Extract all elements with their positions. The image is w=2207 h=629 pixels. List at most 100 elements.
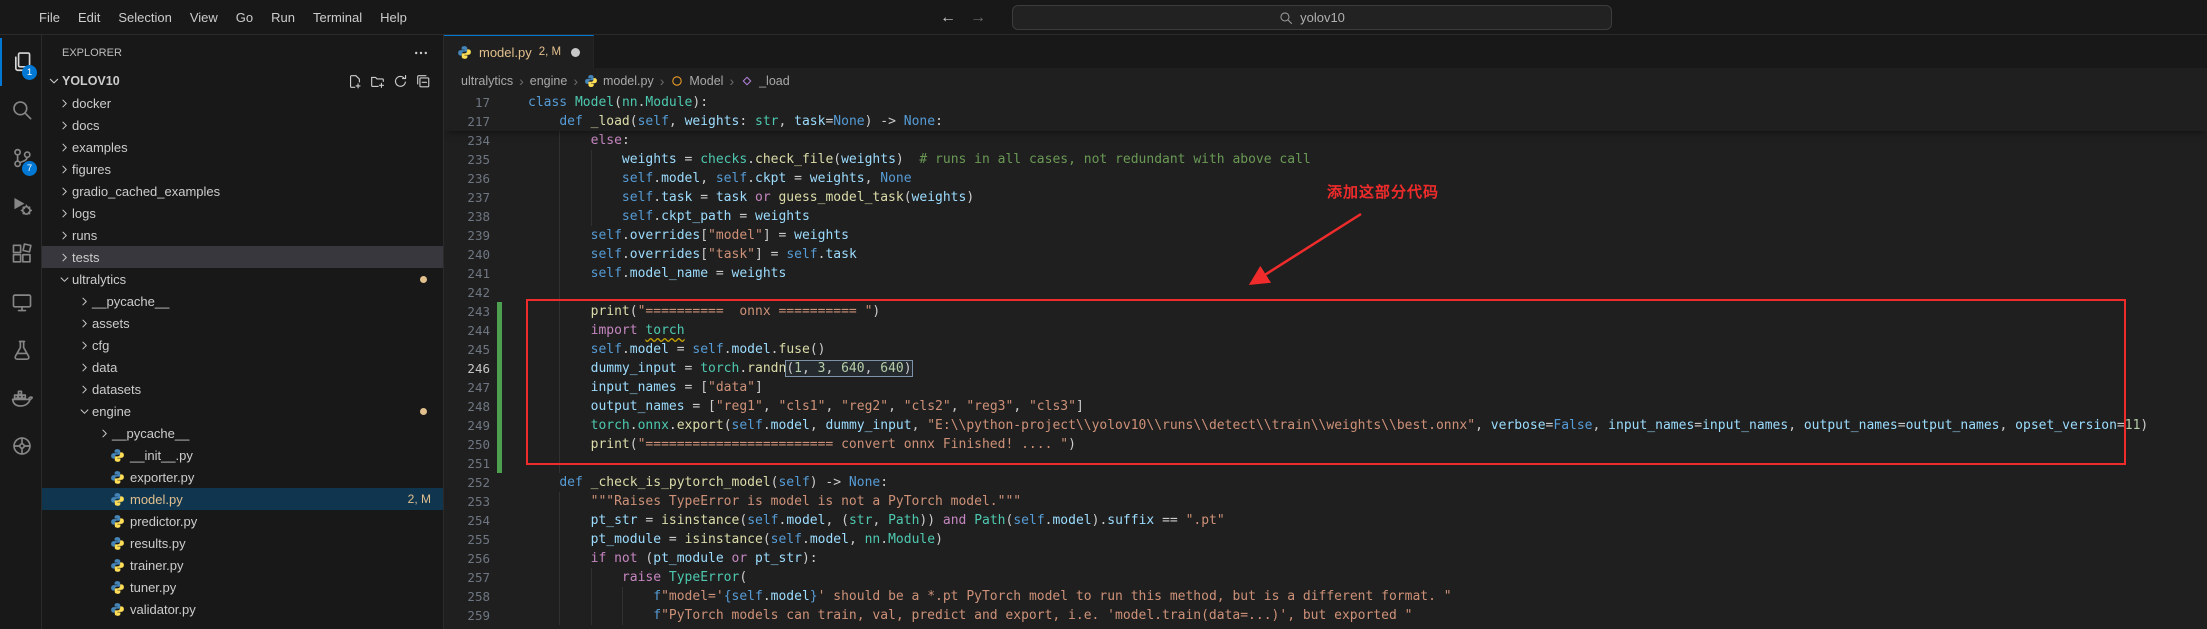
menu-selection[interactable]: Selection — [109, 0, 180, 35]
chevron-right-icon[interactable] — [76, 383, 92, 396]
chevron-right-icon[interactable] — [56, 163, 72, 176]
command-center-search[interactable]: yolov10 — [1012, 5, 1612, 30]
line-number-242[interactable]: 242 — [444, 283, 490, 302]
line-number-238[interactable]: 238 — [444, 207, 490, 226]
code-line-258[interactable]: 258 f"model='{self.model}' should be a *… — [444, 587, 2207, 606]
breadcrumb-item-ultralytics[interactable]: ultralytics — [460, 74, 514, 88]
activity-extensions[interactable] — [0, 230, 41, 278]
line-number-246[interactable]: 246 — [444, 359, 490, 378]
code-line-252[interactable]: 252 def _check_is_pytorch_model(self) ->… — [444, 473, 2207, 492]
chevron-right-icon[interactable] — [56, 207, 72, 220]
menu-run[interactable]: Run — [262, 0, 304, 35]
line-number-236[interactable]: 236 — [444, 169, 490, 188]
refresh-explorer-button[interactable] — [393, 74, 408, 89]
line-number-244[interactable]: 244 — [444, 321, 490, 340]
tree-item-assets[interactable]: assets — [42, 312, 443, 334]
menu-file[interactable]: File — [30, 0, 69, 35]
line-number-250[interactable]: 250 — [444, 435, 490, 454]
code-line-253[interactable]: 253 """Raises TypeError is model is not … — [444, 492, 2207, 511]
line-number-240[interactable]: 240 — [444, 245, 490, 264]
chevron-right-icon[interactable] — [56, 97, 72, 110]
line-number-252[interactable]: 252 — [444, 473, 490, 492]
collapse-folders-button[interactable] — [416, 74, 431, 89]
line-number-243[interactable]: 243 — [444, 302, 490, 321]
chevron-right-icon[interactable] — [76, 339, 92, 352]
menu-edit[interactable]: Edit — [69, 0, 109, 35]
tree-item-runs[interactable]: runs — [42, 224, 443, 246]
tree-item-trainer-py[interactable]: trainer.py — [42, 554, 443, 576]
chevron-right-icon[interactable] — [56, 141, 72, 154]
code-line-257[interactable]: 257 raise TypeError( — [444, 568, 2207, 587]
tree-item-model-py[interactable]: model.py 2, M — [42, 488, 443, 510]
line-number-255[interactable]: 255 — [444, 530, 490, 549]
code-line-234[interactable]: 234 else: — [444, 131, 2207, 150]
chevron-right-icon[interactable] — [56, 119, 72, 132]
activity-source-control[interactable]: 7 — [0, 134, 41, 182]
sticky-line-17[interactable]: 17 class Model(nn.Module): — [444, 93, 2207, 112]
activity-search[interactable] — [0, 86, 41, 134]
menu-go[interactable]: Go — [227, 0, 262, 35]
line-number-249[interactable]: 249 — [444, 416, 490, 435]
chevron-right-icon[interactable] — [76, 361, 92, 374]
tree-item-validator-py[interactable]: validator.py — [42, 598, 443, 620]
line-number-256[interactable]: 256 — [444, 549, 490, 568]
line-number-17[interactable]: 17 — [444, 93, 490, 112]
breadcrumb-item-engine[interactable]: engine — [529, 74, 569, 88]
chevron-right-icon[interactable] — [96, 427, 112, 440]
activity-kubernetes[interactable] — [0, 422, 41, 470]
tree-item-docs[interactable]: docs — [42, 114, 443, 136]
new-file-button[interactable] — [347, 74, 362, 89]
code-line-259[interactable]: 259 f"PyTorch models can train, val, pre… — [444, 606, 2207, 625]
activity-run-and-debug[interactable] — [0, 182, 41, 230]
code-line-254[interactable]: 254 pt_str = isinstance(self.model, (str… — [444, 511, 2207, 530]
activity-docker[interactable] — [0, 374, 41, 422]
chevron-right-icon[interactable] — [76, 317, 92, 330]
tree-item-cfg[interactable]: cfg — [42, 334, 443, 356]
activity-testing[interactable] — [0, 326, 41, 374]
tree-item-results-py[interactable]: results.py — [42, 532, 443, 554]
code-line-241[interactable]: 241 self.model_name = weights — [444, 264, 2207, 283]
chevron-right-icon[interactable] — [56, 185, 72, 198]
code-line-239[interactable]: 239 self.overrides["model"] = weights — [444, 226, 2207, 245]
line-number-239[interactable]: 239 — [444, 226, 490, 245]
line-number-248[interactable]: 248 — [444, 397, 490, 416]
chevron-down-icon[interactable] — [76, 405, 92, 418]
tree-item-__init__-py[interactable]: __init__.py — [42, 444, 443, 466]
line-number-259[interactable]: 259 — [444, 606, 490, 625]
line-number-254[interactable]: 254 — [444, 511, 490, 530]
line-number-258[interactable]: 258 — [444, 587, 490, 606]
tree-item-__pycache__[interactable]: __pycache__ — [42, 290, 443, 312]
tree-item-datasets[interactable]: datasets — [42, 378, 443, 400]
tree-item-ultralytics[interactable]: ultralytics — [42, 268, 443, 290]
tree-item-data[interactable]: data — [42, 356, 443, 378]
code-line-240[interactable]: 240 self.overrides["task"] = self.task — [444, 245, 2207, 264]
breadcrumb-item-_load[interactable]: _load — [739, 74, 791, 88]
code-line-238[interactable]: 238 self.ckpt_path = weights — [444, 207, 2207, 226]
line-number-253[interactable]: 253 — [444, 492, 490, 511]
tree-item-__pycache__[interactable]: __pycache__ — [42, 422, 443, 444]
breadcrumb-item-model-py[interactable]: model.py — [583, 74, 655, 88]
line-number-251[interactable]: 251 — [444, 454, 490, 473]
new-folder-button[interactable] — [370, 74, 385, 89]
code-line-236[interactable]: 236 self.model, self.ckpt = weights, Non… — [444, 169, 2207, 188]
tab-modified-dot[interactable] — [571, 47, 581, 57]
tree-item-predictor-py[interactable]: predictor.py — [42, 510, 443, 532]
line-number-245[interactable]: 245 — [444, 340, 490, 359]
activity-remote-explorer[interactable] — [0, 278, 41, 326]
tree-item-examples[interactable]: examples — [42, 136, 443, 158]
sticky-line-217[interactable]: 217 def _load(self, weights: str, task=N… — [444, 112, 2207, 131]
history-forward-button[interactable]: → — [970, 9, 986, 27]
line-number-217[interactable]: 217 — [444, 112, 490, 131]
chevron-down-icon[interactable] — [56, 273, 72, 286]
tree-item-logs[interactable]: logs — [42, 202, 443, 224]
code-line-256[interactable]: 256 if not (pt_module or pt_str): — [444, 549, 2207, 568]
line-number-247[interactable]: 247 — [444, 378, 490, 397]
menu-view[interactable]: View — [181, 0, 227, 35]
line-number-234[interactable]: 234 — [444, 131, 490, 150]
history-back-button[interactable]: ← — [940, 9, 956, 27]
activity-explorer[interactable]: 1 — [0, 38, 41, 86]
line-number-235[interactable]: 235 — [444, 150, 490, 169]
chevron-right-icon[interactable] — [56, 229, 72, 242]
tree-item-gradio_cached_examples[interactable]: gradio_cached_examples — [42, 180, 443, 202]
line-number-257[interactable]: 257 — [444, 568, 490, 587]
